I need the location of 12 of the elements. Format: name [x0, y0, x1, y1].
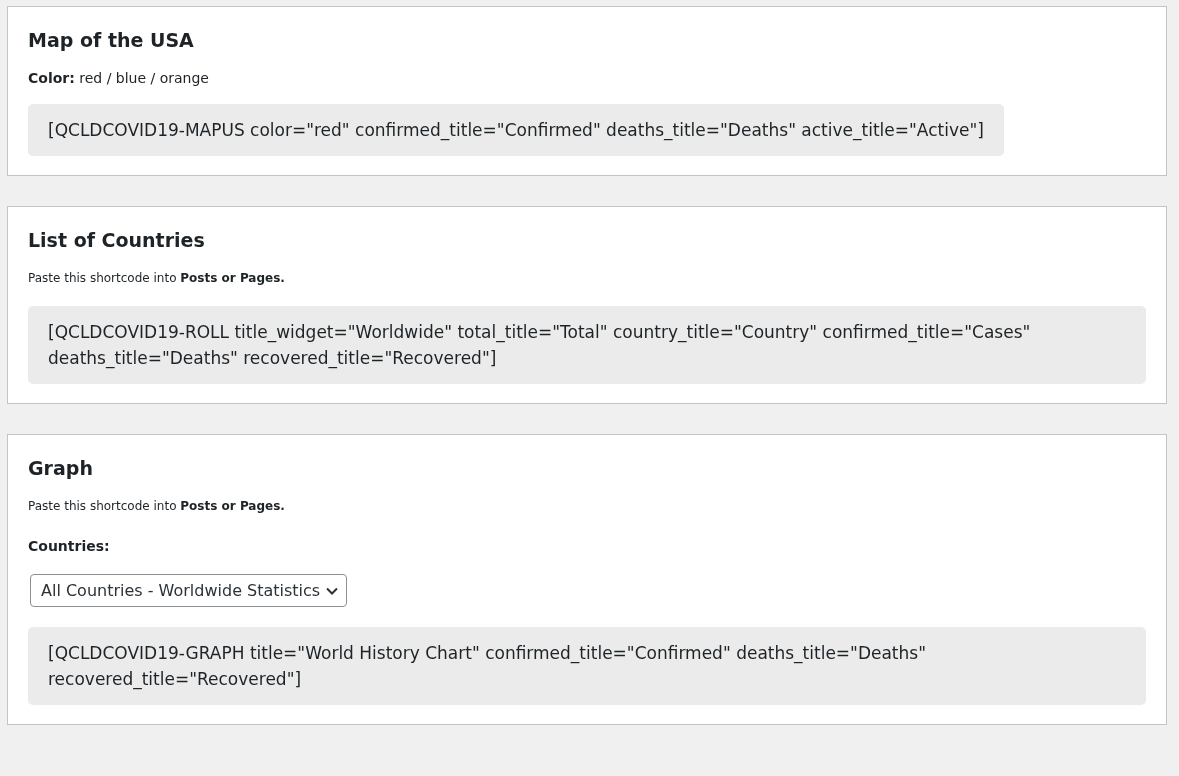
shortcode-block: [QCLDCOVID19-MAPUS color="red" confirmed_title="Confirmed" deaths_title="Deaths" active_title="Active"]	[28, 104, 1004, 156]
shortcode-block: [QCLDCOVID19-GRAPH title="World History Chart" confirmed_title="Confirmed" deaths_title="Deaths" recovered_title="Recovered"]	[28, 627, 1146, 705]
shortcode-block: [QCLDCOVID19-ROLL title_widget="Worldwide" total_title="Total" country_title="Country" confirmed_title="Cases" deaths_title="Deaths" recovered_title="Recovered"]	[28, 306, 1146, 384]
chevron-down-icon	[326, 586, 339, 595]
section-title: Graph	[28, 456, 93, 481]
section-description: Paste this shortcode into Posts or Pages.	[28, 498, 285, 515]
country-select[interactable]: All Countries - Worldwide Statistics	[30, 574, 348, 607]
section-title: List of Countries	[28, 228, 205, 253]
section-description: Paste this shortcode into Posts or Pages.	[28, 270, 285, 287]
section-description: Color: red / blue / orange	[28, 69, 209, 88]
field-label: Countries:	[28, 538, 110, 554]
section-title: Map of the USA	[28, 28, 194, 53]
